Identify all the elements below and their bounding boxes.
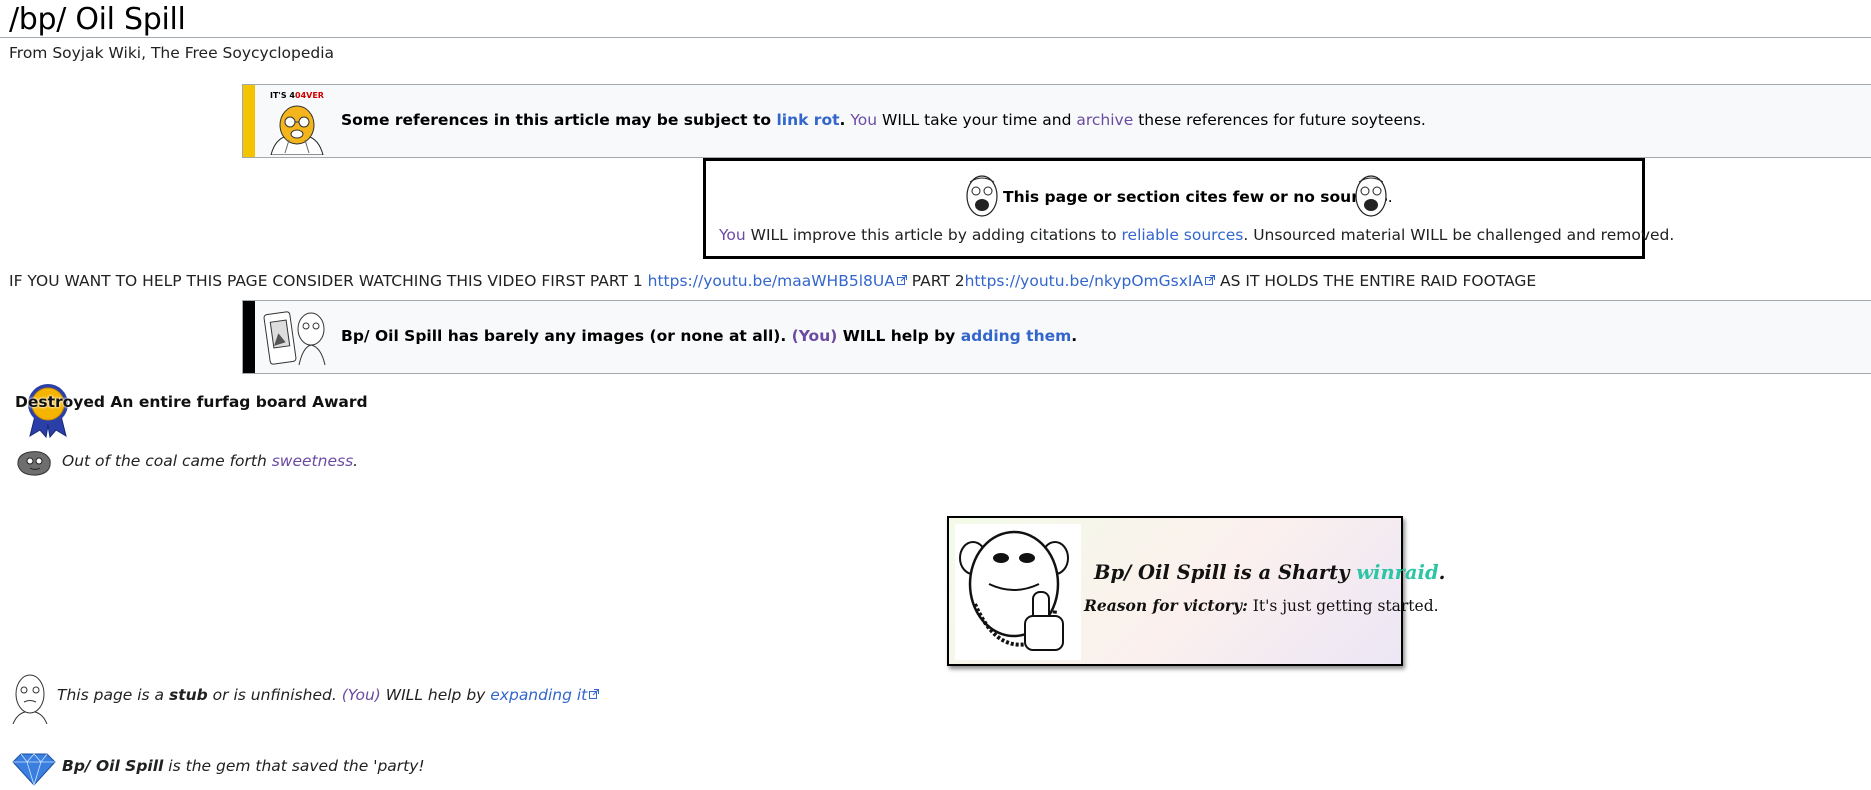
winraid-link[interactable]: winraid bbox=[1356, 561, 1438, 584]
cite-sources-notice: This page or section cites few or no sou… bbox=[703, 158, 1674, 259]
you-link[interactable]: (You) bbox=[792, 327, 838, 345]
coal-icon bbox=[17, 451, 51, 476]
linkrot-notice: IT'S 404VER Some references in this arti… bbox=[242, 84, 1871, 158]
external-link-icon bbox=[896, 275, 907, 285]
you-link[interactable]: You bbox=[719, 226, 746, 244]
soyjak-stub-icon bbox=[12, 674, 48, 724]
help-video-line: IF YOU WANT TO HELP THIS PAGE CONSIDER W… bbox=[9, 272, 1537, 290]
soyjak-face-left-icon bbox=[966, 175, 998, 217]
soyjak-face-right-icon bbox=[1355, 175, 1387, 217]
award-text: Destroyed An entire furfag board Award bbox=[15, 393, 368, 411]
external-link-icon bbox=[1205, 275, 1216, 285]
reliable-sources-link[interactable]: reliable sources bbox=[1122, 226, 1244, 244]
archive-link[interactable]: archive bbox=[1076, 111, 1133, 129]
linkrot-stripe bbox=[243, 85, 255, 157]
title-divider bbox=[0, 37, 1871, 38]
winraid-reason: Reason for victory: It's just getting st… bbox=[1084, 596, 1439, 615]
winraid-box: Bp/ Oil Spill is a Sharty winraid. Reaso… bbox=[947, 516, 1445, 666]
images-notice: Bp/ Oil Spill has barely any images (or … bbox=[242, 300, 1871, 374]
video-part1-link[interactable]: https://youtu.be/maaWHB5l8UA bbox=[648, 272, 907, 290]
soyjak-camera-icon bbox=[263, 311, 326, 366]
images-text: Bp/ Oil Spill has barely any images (or … bbox=[341, 327, 1078, 345]
video-part2-link[interactable]: https://youtu.be/nkypOmGsxIA bbox=[965, 272, 1216, 290]
gem-icon bbox=[12, 753, 56, 786]
page-tagline: From Soyjak Wiki, The Free Soycyclopedia bbox=[9, 44, 335, 62]
images-stripe bbox=[243, 301, 255, 373]
external-link-icon bbox=[589, 689, 600, 699]
adding-them-link[interactable]: adding them bbox=[961, 327, 1072, 345]
404-badge: IT'S 404VER bbox=[270, 91, 324, 100]
you-link[interactable]: You bbox=[850, 111, 877, 129]
coal-text: Out of the coal came forth sweetness. bbox=[62, 452, 359, 470]
link-rot-link[interactable]: link rot bbox=[776, 111, 839, 129]
chimp-thumbs-up-icon bbox=[955, 524, 1081, 660]
soyjak-404-icon bbox=[270, 105, 324, 155]
linkrot-text: Some references in this article may be s… bbox=[341, 111, 1426, 129]
page-title: /bp/ Oil Spill bbox=[9, 2, 186, 37]
cite-heading: This page or section cites few or no sou… bbox=[1003, 188, 1388, 206]
sweetness-link[interactable]: sweetness bbox=[272, 452, 353, 470]
cite-text: You WILL improve this article by adding … bbox=[719, 226, 1675, 244]
expanding-it-link[interactable]: expanding it bbox=[490, 686, 600, 704]
winraid-heading: Bp/ Oil Spill is a Sharty winraid. bbox=[1094, 561, 1446, 584]
gem-text: Bp/ Oil Spill is the gem that saved the … bbox=[62, 757, 425, 775]
stub-text: This page is a stub or is unfinished. (Y… bbox=[57, 686, 600, 704]
you-link[interactable]: (You) bbox=[342, 686, 381, 704]
